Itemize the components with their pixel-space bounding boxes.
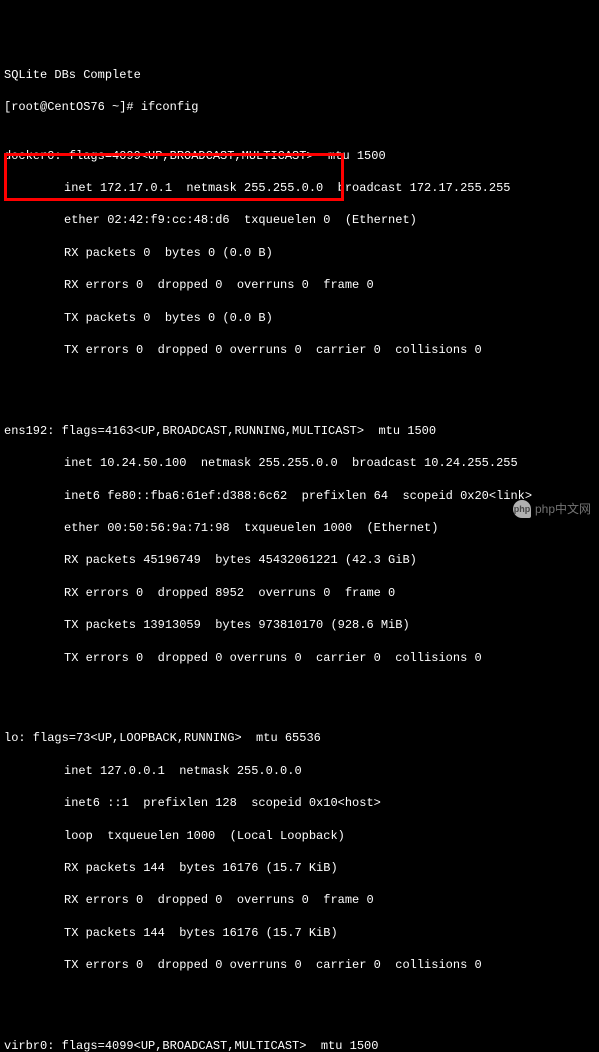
iface-virbr0-flags: virbr0: flags=4099<UP,BROADCAST,MULTICAS… xyxy=(4,1038,595,1052)
iface-lo-txp: TX packets 144 bytes 16176 (15.7 KiB) xyxy=(4,925,595,941)
iface-ens192-inet: inet 10.24.50.100 netmask 255.255.0.0 br… xyxy=(4,455,595,471)
iface-ens192-rxe: RX errors 0 dropped 8952 overruns 0 fram… xyxy=(4,585,595,601)
blank-line xyxy=(4,989,595,1005)
iface-docker0-flags: docker0: flags=4099<UP,BROADCAST,MULTICA… xyxy=(4,148,595,164)
iface-docker0-txp: TX packets 0 bytes 0 (0.0 B) xyxy=(4,310,595,326)
shell-prompt[interactable]: [root@CentOS76 ~]# ifconfig xyxy=(4,99,595,115)
status-line: SQLite DBs Complete xyxy=(4,67,595,83)
blank-line xyxy=(4,682,595,698)
iface-docker0-rxp: RX packets 0 bytes 0 (0.0 B) xyxy=(4,245,595,261)
watermark: php php中文网 xyxy=(513,500,591,518)
php-logo-icon: php xyxy=(513,500,531,518)
watermark-text: php中文网 xyxy=(535,501,591,517)
iface-ens192-rxp: RX packets 45196749 bytes 45432061221 (4… xyxy=(4,552,595,568)
iface-lo-rxp: RX packets 144 bytes 16176 (15.7 KiB) xyxy=(4,860,595,876)
iface-lo-loop: loop txqueuelen 1000 (Local Loopback) xyxy=(4,828,595,844)
iface-lo-txe: TX errors 0 dropped 0 overruns 0 carrier… xyxy=(4,957,595,973)
iface-ens192-flags: ens192: flags=4163<UP,BROADCAST,RUNNING,… xyxy=(4,423,595,439)
iface-ens192-ether: ether 00:50:56:9a:71:98 txqueuelen 1000 … xyxy=(4,520,595,536)
iface-lo-inet6: inet6 ::1 prefixlen 128 scopeid 0x10<hos… xyxy=(4,795,595,811)
iface-lo-flags: lo: flags=73<UP,LOOPBACK,RUNNING> mtu 65… xyxy=(4,730,595,746)
blank-line xyxy=(4,374,595,390)
iface-lo-inet: inet 127.0.0.1 netmask 255.0.0.0 xyxy=(4,763,595,779)
iface-docker0-ether: ether 02:42:f9:cc:48:d6 txqueuelen 0 (Et… xyxy=(4,212,595,228)
iface-ens192-inet6: inet6 fe80::fba6:61ef:d388:6c62 prefixle… xyxy=(4,488,595,504)
iface-docker0-inet: inet 172.17.0.1 netmask 255.255.0.0 broa… xyxy=(4,180,595,196)
iface-ens192-txe: TX errors 0 dropped 0 overruns 0 carrier… xyxy=(4,650,595,666)
iface-docker0-rxe: RX errors 0 dropped 0 overruns 0 frame 0 xyxy=(4,277,595,293)
iface-docker0-txe: TX errors 0 dropped 0 overruns 0 carrier… xyxy=(4,342,595,358)
iface-ens192-txp: TX packets 13913059 bytes 973810170 (928… xyxy=(4,617,595,633)
iface-lo-rxe: RX errors 0 dropped 0 overruns 0 frame 0 xyxy=(4,892,595,908)
